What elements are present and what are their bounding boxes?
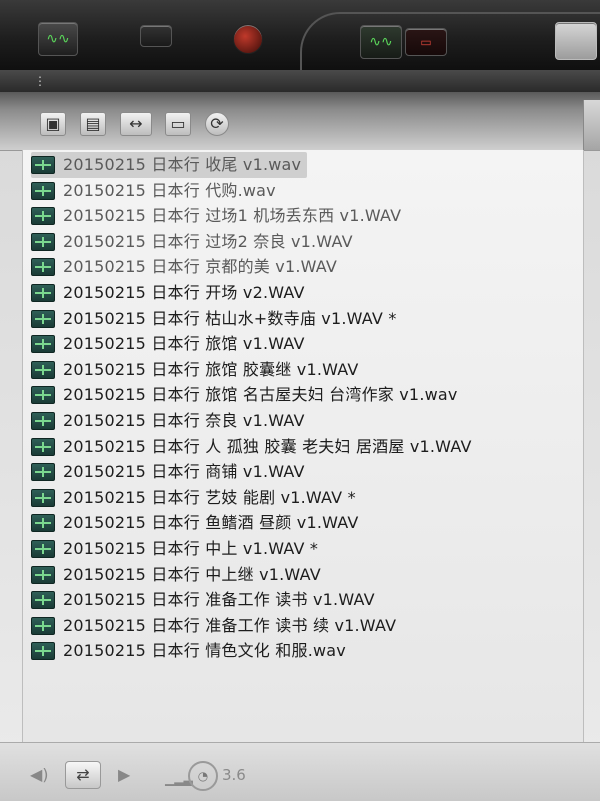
audio-file-icon	[31, 616, 55, 635]
audio-file-icon	[31, 156, 55, 174]
file-name: 20150215 日本行 代购.wav	[63, 180, 276, 200]
waveform-button[interactable]: ∿∿	[38, 22, 78, 56]
file-name: 20150215 日本行 开场 v2.WAV	[63, 283, 305, 302]
audio-file-icon	[31, 360, 55, 379]
refresh-icon[interactable]: ⟳	[205, 112, 229, 136]
audio-file-icon	[31, 232, 55, 251]
audio-file-icon	[31, 386, 55, 405]
audio-file-icon	[31, 181, 55, 200]
list-item[interactable]: 20150215 日本行 中上 v1.WAV *	[31, 536, 318, 562]
audio-file-icon	[31, 284, 55, 302]
window-control-button[interactable]	[555, 22, 597, 60]
record-button[interactable]	[233, 24, 263, 54]
wave-icon[interactable]: ▣	[40, 112, 66, 136]
list-item[interactable]: 20150215 日本行 代购.wav	[31, 178, 276, 204]
level-meter-icon: ▭	[420, 35, 432, 49]
file-name: 20150215 日本行 旅馆 名古屋夫妇 台湾作家 v1.wav	[63, 385, 458, 405]
audio-file-icon	[31, 335, 55, 354]
file-name: 20150215 日本行 鱼鳍酒 昼颜 v1.WAV	[63, 513, 359, 533]
list-item[interactable]: 20150215 日本行 艺妓 能剧 v1.WAV *	[31, 485, 356, 511]
file-name: 20150215 日本行 中上 v1.WAV *	[63, 539, 319, 558]
file-name: 20150215 日本行 准备工作 读书 v1.WAV	[63, 590, 375, 610]
bottom-bar: ◀) ⇄ ▶ ▁▂▃ ◔ 3.6	[0, 742, 600, 801]
zoom-level: 3.6	[222, 766, 246, 784]
list-item[interactable]: 20150215 日本行 收尾 v1.wav	[31, 152, 308, 178]
list-item[interactable]: 20150215 日本行 鱼鳍酒 昼颜 v1.WAV	[31, 510, 359, 536]
list-item[interactable]: 20150215 日本行 人 孤独 胶囊 老夫妇 居酒屋 v1.WAV	[31, 434, 472, 460]
list-item[interactable]: 20150215 日本行 中上继 v1.WAV	[31, 562, 321, 588]
monitor-icon[interactable]: ▭	[165, 112, 191, 136]
audio-file-icon	[31, 591, 55, 610]
waveform-icon: ∿∿	[46, 31, 70, 47]
audio-file-icon	[31, 412, 55, 430]
file-name: 20150215 日本行 艺妓 能剧 v1.WAV *	[63, 487, 356, 507]
arrows-icon[interactable]: ↔	[120, 112, 152, 136]
file-name: 20150215 日本行 情色文化 和服.wav	[63, 641, 346, 661]
play-icon[interactable]: ▶	[118, 765, 130, 785]
file-name: 20150215 日本行 奈良 v1.WAV	[63, 411, 305, 430]
audio-file-icon	[31, 437, 55, 456]
file-name: 20150215 日本行 人 孤独 胶囊 老夫妇 居酒屋 v1.WAV	[63, 436, 472, 456]
header-bar: ∿∿ ∿∿ ▭	[0, 0, 600, 72]
list-item[interactable]: 20150215 日本行 准备工作 读书 续 v1.WAV	[31, 613, 396, 639]
file-name: 20150215 日本行 准备工作 读书 续 v1.WAV	[63, 615, 397, 635]
main-toolbar: ▣ ▤ ↔ ▭ ⟳	[0, 92, 600, 151]
audio-file-icon	[31, 309, 55, 328]
list-item[interactable]: 20150215 日本行 情色文化 和服.wav	[31, 638, 346, 664]
repeat-button[interactable]: ⇄	[65, 761, 101, 789]
list-item[interactable]: 20150215 日本行 旅馆 名古屋夫妇 台湾作家 v1.wav	[31, 382, 458, 408]
waveform-view-button[interactable]: ∿∿	[360, 25, 402, 59]
audio-file-icon	[31, 258, 55, 277]
audio-file-icon	[31, 565, 55, 584]
file-name: 20150215 日本行 旅馆 v1.WAV	[63, 334, 305, 354]
audio-file-icon	[31, 207, 55, 226]
list-item[interactable]: 20150215 日本行 过场2 奈良 v1.WAV	[31, 229, 353, 255]
list-item[interactable]: 20150215 日本行 旅馆 胶囊继 v1.WAV	[31, 357, 359, 383]
folder-icon[interactable]: ▤	[80, 112, 106, 136]
meter-button[interactable]	[140, 25, 172, 47]
audio-file-icon	[31, 463, 55, 482]
scrollbar[interactable]	[583, 100, 600, 150]
file-name: 20150215 日本行 旅馆 胶囊继 v1.WAV	[63, 359, 359, 379]
file-list: 20150215 日本行 收尾 v1.wav 20150215 日本行 代购.wa…	[22, 150, 584, 742]
app-window: ∿∿ ∿∿ ▭ ⋮ ▣ ▤ ↔ ▭ ⟳ 20150215 日本行 收尾 v1.w…	[0, 0, 600, 801]
file-name: 20150215 日本行 京都的美 v1.WAV	[63, 257, 338, 277]
audio-file-icon	[31, 642, 55, 661]
audio-file-icon	[31, 540, 55, 558]
audio-file-icon	[31, 514, 55, 533]
sub-toolbar: ⋮	[0, 70, 600, 92]
file-name: 20150215 日本行 中上继 v1.WAV	[63, 564, 321, 584]
file-name: 20150215 日本行 收尾 v1.wav	[63, 155, 302, 174]
list-item[interactable]: 20150215 日本行 开场 v2.WAV	[31, 280, 305, 306]
audio-file-icon	[31, 488, 55, 507]
list-item[interactable]: 20150215 日本行 商铺 v1.WAV	[31, 459, 305, 485]
file-name: 20150215 日本行 过场1 机场丢东西 v1.WAV	[63, 206, 402, 226]
file-name: 20150215 日本行 过场2 奈良 v1.WAV	[63, 231, 353, 251]
level-meter: ▭	[405, 28, 447, 56]
list-item[interactable]: 20150215 日本行 过场1 机场丢东西 v1.WAV	[31, 203, 401, 229]
list-item[interactable]: 20150215 日本行 枯山水+数寺庙 v1.WAV *	[31, 306, 397, 332]
list-item[interactable]: 20150215 日本行 京都的美 v1.WAV	[31, 254, 337, 280]
waveform-view-icon: ∿∿	[369, 34, 393, 50]
list-item[interactable]: 20150215 日本行 奈良 v1.WAV	[31, 408, 305, 434]
timer-icon[interactable]: ◔	[188, 761, 218, 791]
list-item[interactable]: 20150215 日本行 旅馆 v1.WAV	[31, 331, 305, 357]
file-name: 20150215 日本行 枯山水+数寺庙 v1.WAV *	[63, 308, 397, 328]
grip-icon: ⋮	[34, 74, 46, 88]
speaker-icon[interactable]: ◀)	[30, 765, 49, 785]
list-item[interactable]: 20150215 日本行 准备工作 读书 v1.WAV	[31, 587, 375, 613]
file-name: 20150215 日本行 商铺 v1.WAV	[63, 462, 305, 482]
